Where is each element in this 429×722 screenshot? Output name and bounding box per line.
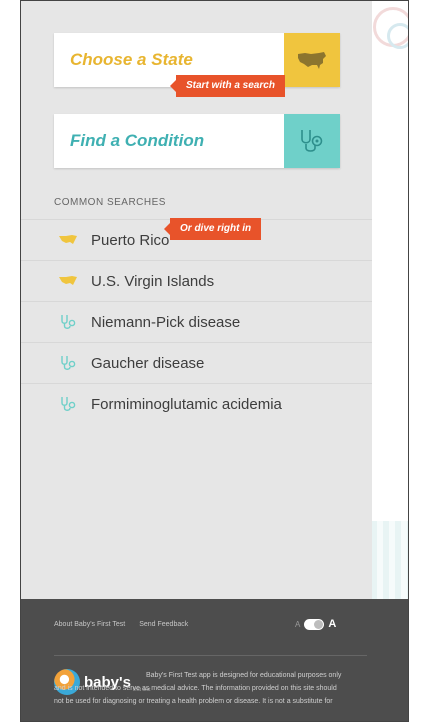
search-panel: Choose a State Start with a search Find … [21,1,372,599]
us-map-icon [284,33,340,87]
footer-divider [54,655,367,656]
list-item[interactable]: Niemann-Pick disease [21,301,372,342]
stethoscope-icon [284,114,340,168]
list-item[interactable]: Formiminoglutamic acidemia [21,383,372,424]
search-callout: Start with a search [170,75,285,97]
text-size-large-label: A [328,618,337,630]
common-searches-list: Puerto Rico U.S. Virgin Islands Niemann-… [21,219,372,424]
about-link[interactable]: About Baby's First Test [54,621,125,628]
list-item[interactable]: U.S. Virgin Islands [21,260,372,301]
find-condition-label: Find a Condition [70,131,205,150]
list-item-label: Formiminoglutamic acidemia [91,395,282,413]
footer: About Baby's First Test Send Feedback A … [21,599,408,721]
list-item-label: U.S. Virgin Islands [91,272,215,290]
find-condition-button[interactable]: Find a Condition [54,114,340,168]
list-item-label: Niemann-Pick disease [91,313,241,331]
text-size-toggle[interactable]: A A [295,618,336,630]
app-frame: Choose a State Start with a search Find … [20,0,409,722]
footer-links: About Baby's First Test Send Feedback [54,621,200,628]
stethoscope-icon [57,355,79,371]
state-map-icon [57,273,79,289]
list-item-label: Gaucher disease [91,354,205,372]
dive-in-callout: Or dive right in [163,218,262,240]
stethoscope-icon [57,396,79,412]
decorative-circle [387,23,408,49]
disclaimer-text: Baby's First Test app is designed for ed… [54,672,342,705]
list-item-label: Puerto Rico [91,231,170,249]
send-feedback-link[interactable]: Send Feedback [139,621,188,628]
choose-state-label: Choose a State [70,50,193,69]
text-size-small-label: A [295,619,301,629]
common-searches-heading: COMMON SEARCHES [54,197,166,208]
toggle-switch[interactable] [304,618,325,630]
state-map-icon [57,232,79,248]
stethoscope-icon [57,314,79,330]
list-item[interactable]: Gaucher disease [21,342,372,383]
